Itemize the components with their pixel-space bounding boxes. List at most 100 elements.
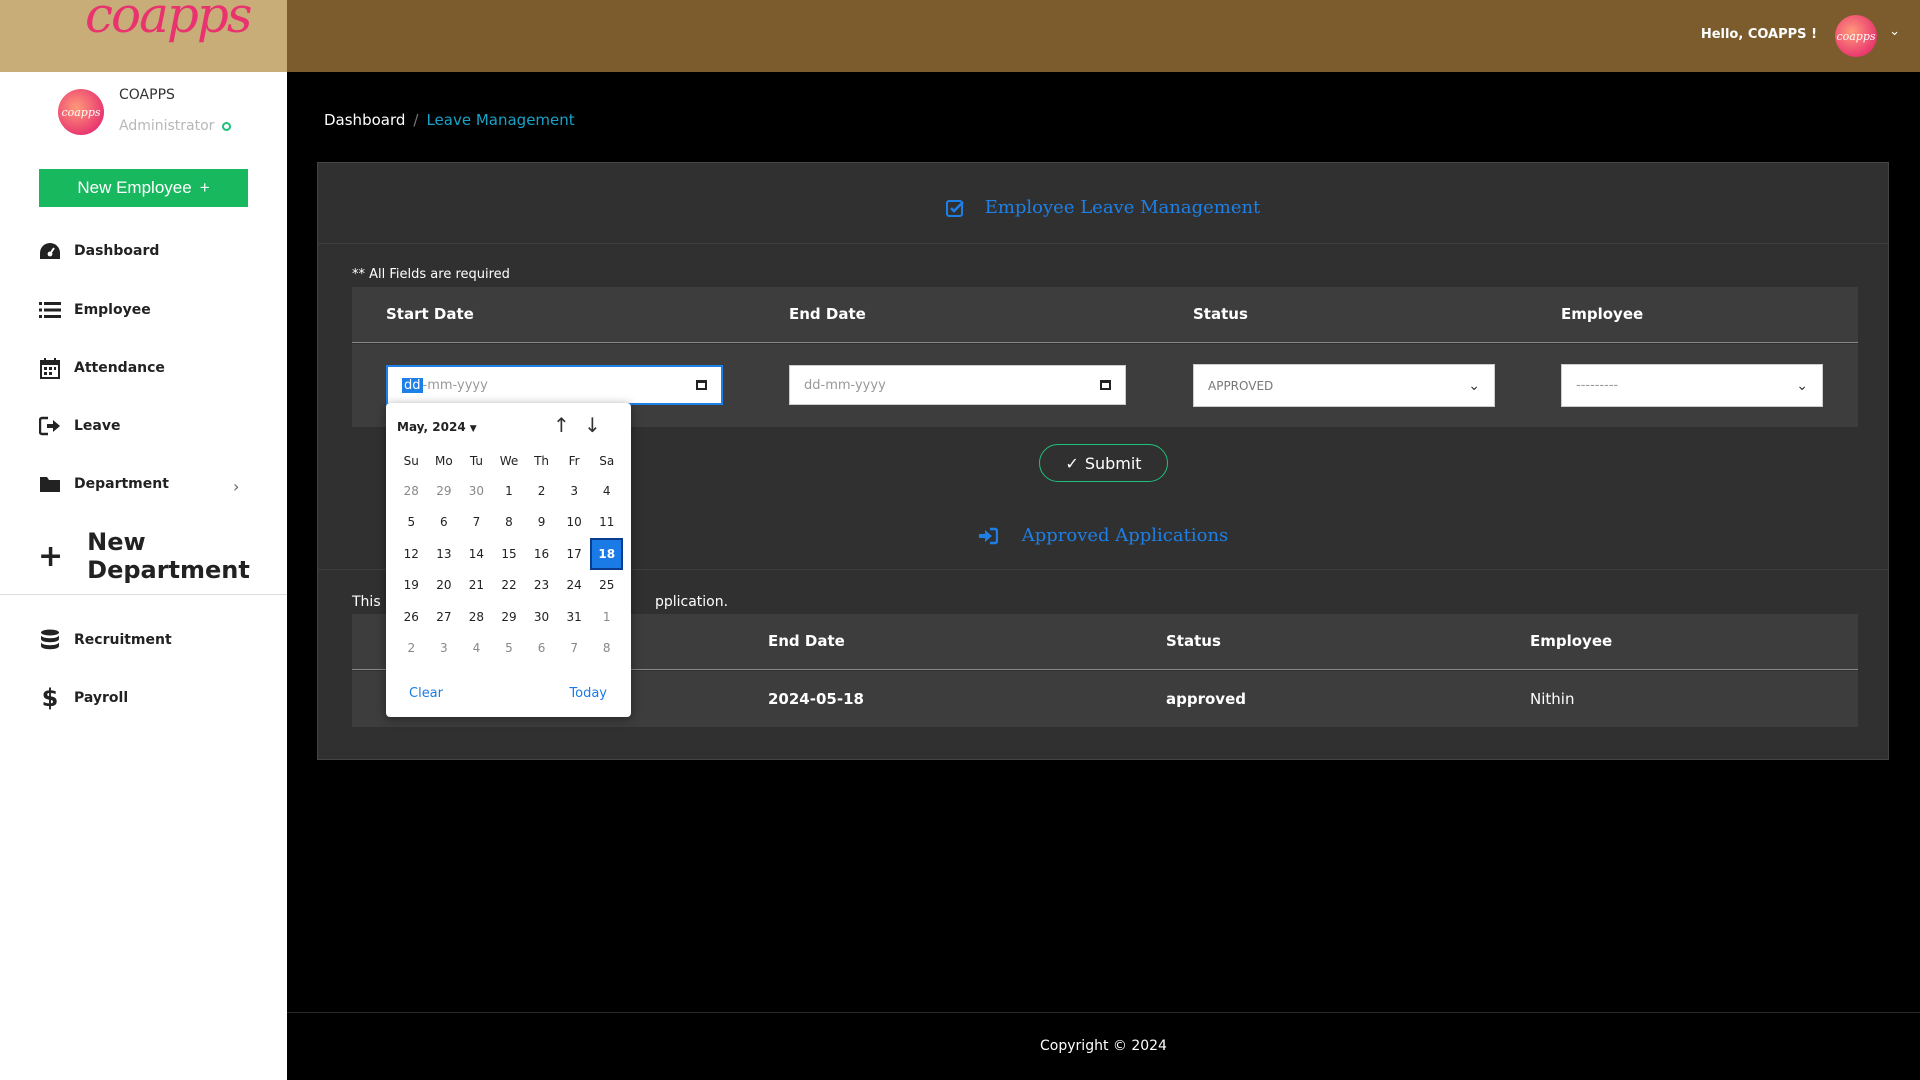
calendar-day[interactable]: 9 [525, 507, 558, 539]
calendar-day[interactable]: 2 [525, 475, 558, 507]
folder-icon [38, 473, 62, 495]
calendar-day[interactable]: 30 [460, 475, 493, 507]
calendar-day[interactable]: 6 [525, 633, 558, 665]
calendar-day[interactable]: 20 [428, 570, 461, 602]
row-end-date: 2024-05-18 [768, 690, 864, 708]
sidebar-item-dashboard[interactable]: Dashboard [38, 240, 159, 262]
calendar-icon[interactable] [1100, 380, 1111, 390]
clear-button[interactable]: Clear [409, 686, 443, 701]
calendar-day[interactable]: 28 [460, 601, 493, 633]
employee-selected: --------- [1576, 378, 1619, 393]
breadcrumb: Dashboard / Leave Management [324, 111, 575, 129]
breadcrumb-current: Leave Management [426, 111, 575, 129]
chevron-down-icon: ⌄ [1796, 377, 1808, 394]
caret-down-icon: ▼ [469, 424, 477, 434]
new-department-link[interactable]: + New Department [38, 528, 287, 584]
calendar-day[interactable]: 16 [525, 538, 558, 570]
arrow-down-icon[interactable]: ↓ [584, 413, 601, 437]
form-header-row: Start Date End Date Status Employee [352, 287, 1858, 343]
sidebar-item-department[interactable]: Department [38, 473, 169, 495]
calendar-day[interactable]: 3 [558, 475, 591, 507]
calendar-day[interactable]: 29 [493, 601, 526, 633]
calendar-day[interactable]: 31 [558, 601, 591, 633]
weekday-label: We [499, 454, 519, 468]
calendar-day[interactable]: 10 [558, 507, 591, 539]
calendar-day[interactable]: 3 [428, 633, 461, 665]
sidebar-item-label: Employee [74, 302, 151, 318]
check-icon: ✓ [1065, 453, 1079, 473]
calendar-day[interactable]: 7 [558, 633, 591, 665]
sidebar-item-payroll[interactable]: $ Payroll [38, 684, 129, 712]
approved-title-text: Approved Applications [1021, 525, 1229, 546]
start-date-input[interactable]: dd -mm-yyyy [386, 365, 723, 405]
calendar-day[interactable]: 2 [395, 633, 428, 665]
calendar-day[interactable]: 5 [395, 507, 428, 539]
online-status-icon [222, 121, 232, 131]
row-status: approved [1166, 690, 1246, 708]
logo[interactable]: coapps [85, 0, 253, 44]
list-icon [38, 299, 62, 321]
calendar-day[interactable]: 11 [590, 507, 623, 539]
greeting-text: Hello, COAPPS ! [1700, 27, 1817, 42]
calendar-day[interactable]: 28 [395, 475, 428, 507]
calendar-day[interactable]: 1 [590, 601, 623, 633]
sidebar-divider [0, 594, 287, 595]
new-employee-label: New Employee [77, 178, 192, 197]
calendar-day[interactable]: 12 [395, 538, 428, 570]
status-select[interactable]: APPROVED ⌄ [1193, 364, 1495, 407]
calendar-day[interactable]: 30 [525, 601, 558, 633]
breadcrumb-dashboard[interactable]: Dashboard [324, 111, 405, 129]
calendar-day[interactable]: 17 [558, 538, 591, 570]
calendar-day[interactable]: 14 [460, 538, 493, 570]
calendar-grid: Su Mo Tu We Th Fr Sa 28 29 30 1 2 3 4 5 6 7 8 9 10 11 12 13 14 1… [395, 447, 623, 664]
calendar-day[interactable]: 24 [558, 570, 591, 602]
today-button[interactable]: Today [569, 686, 607, 701]
brand-area: coapps [0, 0, 287, 72]
calendar-day[interactable]: 26 [395, 601, 428, 633]
calendar-icon[interactable] [696, 380, 707, 390]
calendar-day[interactable]: 29 [428, 475, 461, 507]
calendar-day[interactable]: 7 [460, 507, 493, 539]
calendar-day[interactable]: 19 [395, 570, 428, 602]
arrow-up-icon[interactable]: ↑ [553, 413, 570, 437]
note-start: This i [352, 594, 389, 610]
new-employee-button[interactable]: New Employee + [39, 169, 248, 207]
calendar-day[interactable]: 8 [493, 507, 526, 539]
sidebar-item-employee[interactable]: Employee [38, 299, 151, 321]
calendar-day[interactable]: 4 [590, 475, 623, 507]
submit-button[interactable]: ✓ Submit [1039, 444, 1168, 482]
footer-copyright: Copyright © 2024 [1040, 1038, 1167, 1054]
chevron-right-icon[interactable]: › [233, 477, 239, 496]
calendar-day[interactable]: 8 [590, 633, 623, 665]
user-avatar[interactable]: coapps [1835, 15, 1877, 57]
database-icon [38, 629, 62, 651]
calendar-day[interactable]: 15 [493, 538, 526, 570]
calendar-day[interactable]: 13 [428, 538, 461, 570]
form-title-text: Employee Leave Management [984, 197, 1261, 218]
calendar-day[interactable]: 23 [525, 570, 558, 602]
calendar-day[interactable]: 27 [428, 601, 461, 633]
sign-in-icon [978, 527, 998, 545]
start-date-header: Start Date [386, 305, 474, 323]
calendar-day[interactable]: 4 [460, 633, 493, 665]
user-name: COAPPS [119, 87, 175, 103]
status-header: Status [1193, 305, 1248, 323]
month-year-selector[interactable]: May, 2024 ▼ [397, 420, 477, 434]
calendar-day[interactable]: 21 [460, 570, 493, 602]
calendar-day-selected[interactable]: 18 [590, 538, 623, 570]
sidebar-item-attendance[interactable]: Attendance [38, 357, 165, 379]
title-divider [318, 243, 1888, 244]
calendar-day[interactable]: 25 [590, 570, 623, 602]
chevron-down-icon[interactable]: ⌄ [1889, 24, 1900, 39]
sidebar-item-recruitment[interactable]: Recruitment [38, 629, 172, 651]
sidebar-item-label: Dashboard [74, 243, 160, 259]
calendar-day[interactable]: 1 [493, 475, 526, 507]
calendar-day[interactable]: 22 [493, 570, 526, 602]
calendar-day[interactable]: 5 [493, 633, 526, 665]
employee-select[interactable]: --------- ⌄ [1561, 364, 1823, 407]
calendar-day[interactable]: 6 [428, 507, 461, 539]
employee-column: Employee [1530, 632, 1613, 650]
sidebar-item-label: Department [74, 476, 169, 492]
end-date-input[interactable]: dd-mm-yyyy [789, 365, 1126, 405]
sidebar-item-leave[interactable]: Leave [38, 415, 120, 437]
